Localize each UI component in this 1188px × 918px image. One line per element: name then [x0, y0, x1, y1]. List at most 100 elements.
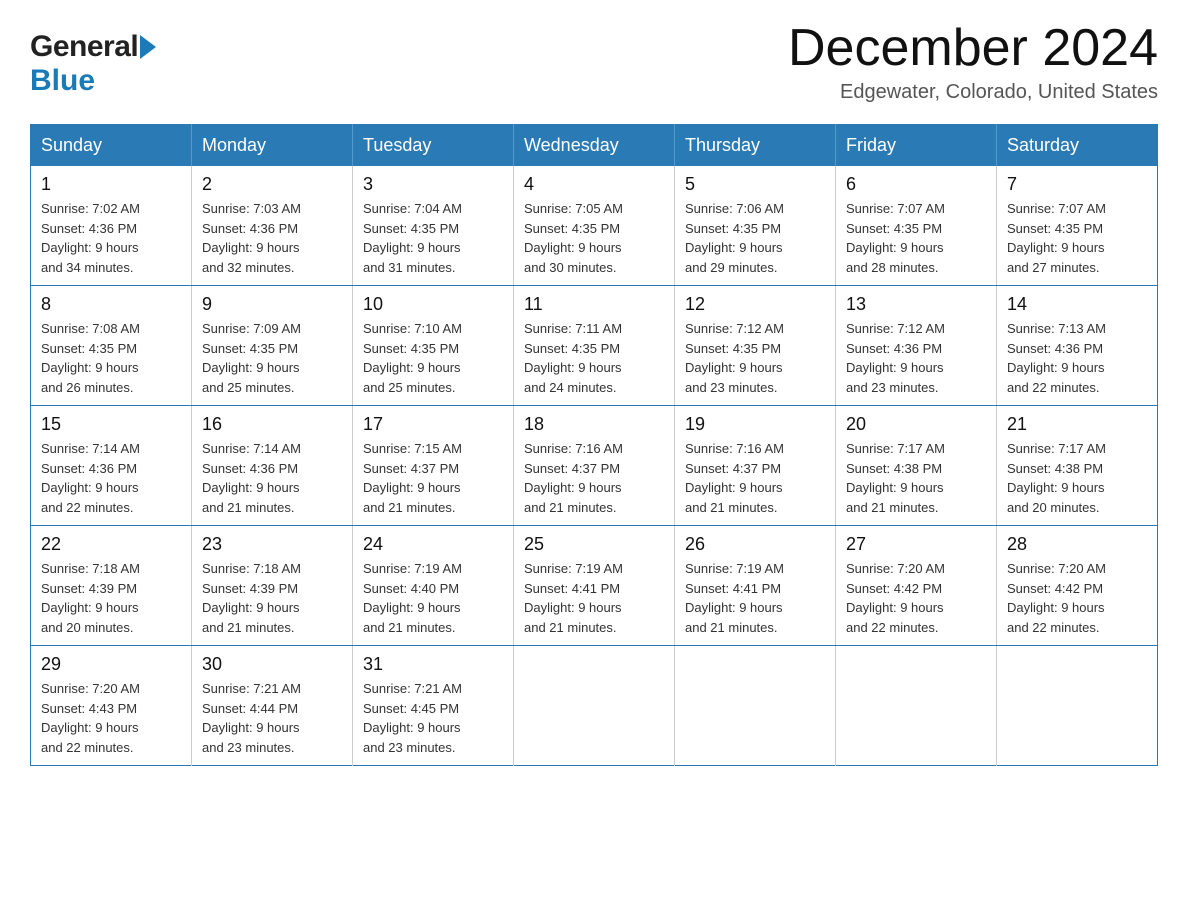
calendar-cell: 6Sunrise: 7:07 AMSunset: 4:35 PMDaylight…	[836, 166, 997, 286]
calendar-cell: 5Sunrise: 7:06 AMSunset: 4:35 PMDaylight…	[675, 166, 836, 286]
calendar-cell	[514, 646, 675, 766]
day-info: Sunrise: 7:13 AMSunset: 4:36 PMDaylight:…	[1007, 319, 1147, 397]
day-number: 22	[41, 534, 181, 555]
day-number: 1	[41, 174, 181, 195]
day-info: Sunrise: 7:16 AMSunset: 4:37 PMDaylight:…	[524, 439, 664, 517]
day-number: 27	[846, 534, 986, 555]
calendar-cell: 7Sunrise: 7:07 AMSunset: 4:35 PMDaylight…	[997, 166, 1158, 286]
day-number: 16	[202, 414, 342, 435]
day-number: 2	[202, 174, 342, 195]
day-number: 4	[524, 174, 664, 195]
day-info: Sunrise: 7:19 AMSunset: 4:41 PMDaylight:…	[685, 559, 825, 637]
calendar-cell: 27 Sunrise: 7:20 AMSunset: 4:42 PMDayligh…	[836, 526, 997, 646]
day-info: Sunrise: 7:20 AMSunset: 4:42 PMDaylight:…	[1007, 559, 1147, 637]
calendar-cell: 2 Sunrise: 7:03 AMSunset: 4:36 PMDaylight…	[192, 166, 353, 286]
day-info: Sunrise: 7:06 AMSunset: 4:35 PMDaylight:…	[685, 199, 825, 277]
day-number: 14	[1007, 294, 1147, 315]
calendar-table: SundayMondayTuesdayWednesdayThursdayFrid…	[30, 124, 1158, 766]
logo-arrow-icon	[140, 35, 156, 59]
week-row-1: 1Sunrise: 7:02 AMSunset: 4:36 PMDaylight…	[31, 166, 1158, 286]
day-info: Sunrise: 7:04 AMSunset: 4:35 PMDaylight:…	[363, 199, 503, 277]
day-number: 9	[202, 294, 342, 315]
day-info: Sunrise: 7:21 AMSunset: 4:45 PMDaylight:…	[363, 679, 503, 757]
day-number: 3	[363, 174, 503, 195]
day-number: 20	[846, 414, 986, 435]
calendar-cell: 1Sunrise: 7:02 AMSunset: 4:36 PMDaylight…	[31, 166, 192, 286]
day-number: 11	[524, 294, 664, 315]
calendar-cell: 30Sunrise: 7:21 AMSunset: 4:44 PMDayligh…	[192, 646, 353, 766]
week-row-3: 15 Sunrise: 7:14 AMSunset: 4:36 PMDayligh…	[31, 406, 1158, 526]
logo-general-text: General	[30, 30, 138, 64]
day-info: Sunrise: 7:07 AMSunset: 4:35 PMDaylight:…	[846, 199, 986, 277]
calendar-cell	[675, 646, 836, 766]
calendar-cell: 21 Sunrise: 7:17 AMSunset: 4:38 PMDayligh…	[997, 406, 1158, 526]
day-info: Sunrise: 7:18 AMSunset: 4:39 PMDaylight:…	[41, 559, 181, 637]
logo-blue-text: Blue	[30, 64, 95, 97]
calendar-cell: 31 Sunrise: 7:21 AMSunset: 4:45 PMDayligh…	[353, 646, 514, 766]
weekday-header-sunday: Sunday	[31, 125, 192, 167]
day-info: Sunrise: 7:19 AMSunset: 4:41 PMDaylight:…	[524, 559, 664, 637]
day-number: 25	[524, 534, 664, 555]
weekday-header-wednesday: Wednesday	[514, 125, 675, 167]
calendar-cell: 8Sunrise: 7:08 AMSunset: 4:35 PMDaylight…	[31, 286, 192, 406]
day-number: 28	[1007, 534, 1147, 555]
day-info: Sunrise: 7:20 AMSunset: 4:42 PMDaylight:…	[846, 559, 986, 637]
calendar-cell: 20 Sunrise: 7:17 AMSunset: 4:38 PMDayligh…	[836, 406, 997, 526]
day-number: 19	[685, 414, 825, 435]
calendar-cell	[997, 646, 1158, 766]
day-number: 29	[41, 654, 181, 675]
weekday-header-saturday: Saturday	[997, 125, 1158, 167]
day-number: 26	[685, 534, 825, 555]
day-info: Sunrise: 7:20 AMSunset: 4:43 PMDaylight:…	[41, 679, 181, 757]
day-info: Sunrise: 7:09 AMSunset: 4:35 PMDaylight:…	[202, 319, 342, 397]
calendar-cell: 17Sunrise: 7:15 AMSunset: 4:37 PMDayligh…	[353, 406, 514, 526]
day-number: 10	[363, 294, 503, 315]
day-number: 31	[363, 654, 503, 675]
day-info: Sunrise: 7:12 AMSunset: 4:35 PMDaylight:…	[685, 319, 825, 397]
day-number: 13	[846, 294, 986, 315]
week-row-2: 8Sunrise: 7:08 AMSunset: 4:35 PMDaylight…	[31, 286, 1158, 406]
logo: General Blue	[30, 20, 158, 98]
calendar-cell: 26 Sunrise: 7:19 AMSunset: 4:41 PMDayligh…	[675, 526, 836, 646]
weekday-header-monday: Monday	[192, 125, 353, 167]
day-info: Sunrise: 7:17 AMSunset: 4:38 PMDaylight:…	[846, 439, 986, 517]
day-info: Sunrise: 7:05 AMSunset: 4:35 PMDaylight:…	[524, 199, 664, 277]
day-number: 21	[1007, 414, 1147, 435]
calendar-cell: 14 Sunrise: 7:13 AMSunset: 4:36 PMDayligh…	[997, 286, 1158, 406]
day-info: Sunrise: 7:12 AMSunset: 4:36 PMDaylight:…	[846, 319, 986, 397]
day-info: Sunrise: 7:19 AMSunset: 4:40 PMDaylight:…	[363, 559, 503, 637]
day-info: Sunrise: 7:15 AMSunset: 4:37 PMDaylight:…	[363, 439, 503, 517]
calendar-cell: 11 Sunrise: 7:11 AMSunset: 4:35 PMDayligh…	[514, 286, 675, 406]
day-info: Sunrise: 7:14 AMSunset: 4:36 PMDaylight:…	[202, 439, 342, 517]
calendar-cell: 12Sunrise: 7:12 AMSunset: 4:35 PMDayligh…	[675, 286, 836, 406]
day-number: 23	[202, 534, 342, 555]
calendar-cell: 29 Sunrise: 7:20 AMSunset: 4:43 PMDayligh…	[31, 646, 192, 766]
day-number: 8	[41, 294, 181, 315]
week-row-5: 29 Sunrise: 7:20 AMSunset: 4:43 PMDayligh…	[31, 646, 1158, 766]
day-info: Sunrise: 7:18 AMSunset: 4:39 PMDaylight:…	[202, 559, 342, 637]
day-info: Sunrise: 7:17 AMSunset: 4:38 PMDaylight:…	[1007, 439, 1147, 517]
location-subtitle: Edgewater, Colorado, United States	[788, 81, 1158, 104]
page-header: General Blue December 2024 Edgewater, Co…	[30, 20, 1158, 104]
day-info: Sunrise: 7:03 AMSunset: 4:36 PMDaylight:…	[202, 199, 342, 277]
calendar-cell: 4 Sunrise: 7:05 AMSunset: 4:35 PMDaylight…	[514, 166, 675, 286]
day-number: 15	[41, 414, 181, 435]
calendar-cell: 24 Sunrise: 7:19 AMSunset: 4:40 PMDayligh…	[353, 526, 514, 646]
calendar-cell: 16 Sunrise: 7:14 AMSunset: 4:36 PMDayligh…	[192, 406, 353, 526]
day-info: Sunrise: 7:07 AMSunset: 4:35 PMDaylight:…	[1007, 199, 1147, 277]
day-info: Sunrise: 7:16 AMSunset: 4:37 PMDaylight:…	[685, 439, 825, 517]
calendar-cell: 3 Sunrise: 7:04 AMSunset: 4:35 PMDaylight…	[353, 166, 514, 286]
day-number: 18	[524, 414, 664, 435]
calendar-cell: 9 Sunrise: 7:09 AMSunset: 4:35 PMDaylight…	[192, 286, 353, 406]
week-row-4: 22 Sunrise: 7:18 AMSunset: 4:39 PMDayligh…	[31, 526, 1158, 646]
title-area: December 2024 Edgewater, Colorado, Unite…	[788, 20, 1158, 104]
calendar-cell: 28 Sunrise: 7:20 AMSunset: 4:42 PMDayligh…	[997, 526, 1158, 646]
day-number: 24	[363, 534, 503, 555]
day-info: Sunrise: 7:21 AMSunset: 4:44 PMDaylight:…	[202, 679, 342, 757]
day-info: Sunrise: 7:11 AMSunset: 4:35 PMDaylight:…	[524, 319, 664, 397]
day-info: Sunrise: 7:10 AMSunset: 4:35 PMDaylight:…	[363, 319, 503, 397]
calendar-cell: 25 Sunrise: 7:19 AMSunset: 4:41 PMDayligh…	[514, 526, 675, 646]
weekday-header-row: SundayMondayTuesdayWednesdayThursdayFrid…	[31, 125, 1158, 167]
calendar-cell: 10 Sunrise: 7:10 AMSunset: 4:35 PMDayligh…	[353, 286, 514, 406]
day-info: Sunrise: 7:14 AMSunset: 4:36 PMDaylight:…	[41, 439, 181, 517]
